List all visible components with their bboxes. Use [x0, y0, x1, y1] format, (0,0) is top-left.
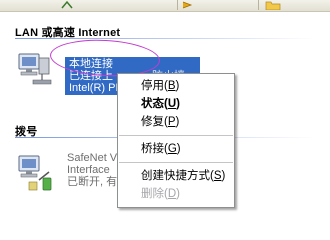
menu-item-repair[interactable]: 修复(P) [118, 113, 234, 131]
menu-item-delete-key: D [167, 188, 177, 200]
menu-item-status-label: 状态 [141, 98, 164, 110]
menu-item-delete-label: 删除 [141, 188, 164, 200]
menu-item-status[interactable]: 状态(U) [118, 95, 234, 113]
dialup-computer-icon[interactable] [15, 150, 57, 194]
dial-connection-type: Interface [67, 164, 110, 176]
menu-item-disable-key: B [167, 80, 176, 92]
context-menu: 停用(B) 状态(U) 修复(P) 桥接(G) 创建快捷方式(S) 删除(D) [117, 73, 235, 208]
menu-separator [119, 135, 233, 136]
forward-arrow-icon[interactable] [180, 0, 194, 10]
menu-item-status-key: U [167, 98, 177, 110]
dial-connection-status: 已断开, 有 [67, 176, 118, 188]
menu-item-create-shortcut[interactable]: 创建快捷方式(S) [118, 167, 234, 185]
menu-item-repair-label: 修复 [141, 116, 164, 128]
lan-group-divider [15, 38, 315, 39]
back-arrow-icon[interactable] [60, 0, 74, 10]
menu-item-create-shortcut-label: 创建快捷方式 [141, 170, 210, 182]
menu-item-create-shortcut-key: S [213, 170, 222, 182]
dial-connection-name[interactable]: SafeNet Vi [67, 152, 119, 164]
menu-item-bridge[interactable]: 桥接(G) [118, 140, 234, 158]
menu-item-bridge-key: G [167, 143, 177, 155]
menu-item-delete: 删除(D) [141, 188, 180, 200]
folder-icon[interactable] [265, 0, 281, 10]
toolbar-separator [177, 0, 178, 10]
menu-item-disable-label: 停用 [141, 80, 164, 92]
menu-item-repair-key: P [167, 116, 176, 128]
menu-item-bridge-label: 桥接 [141, 143, 164, 155]
toolbar-separator [258, 0, 259, 10]
toolbar [0, 0, 330, 12]
menu-item-disable[interactable]: 停用(B) [118, 77, 234, 95]
menu-separator [119, 162, 233, 163]
